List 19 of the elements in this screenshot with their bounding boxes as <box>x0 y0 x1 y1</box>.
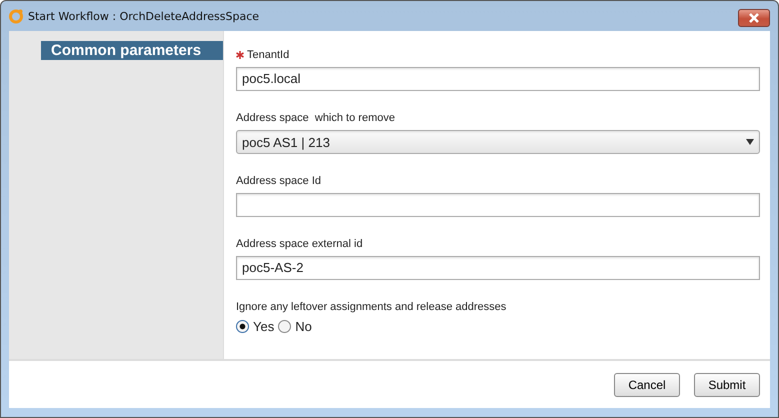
field-label: Address space Id <box>236 175 321 187</box>
dialog-button[interactable]: Submit <box>694 372 760 396</box>
dialog-button[interactable]: Cancel <box>614 372 680 396</box>
field-label: TenantId <box>247 49 290 61</box>
field-label: Ignore any leftover assignments and release addresses <box>236 301 506 313</box>
input-field[interactable]: poc5.local <box>236 67 760 91</box>
field-label: Address space which to remove <box>236 112 395 124</box>
window-title: Start Workflow : OrchDeleteAddressSpace <box>28 10 260 22</box>
radio-option[interactable]: No <box>278 319 312 334</box>
ring-logo-icon <box>8 8 24 24</box>
close-icon <box>748 13 760 23</box>
input-field[interactable]: poc5-AS-2 <box>236 256 760 280</box>
caret-icon <box>746 139 754 145</box>
radio-option[interactable]: Yes <box>236 319 274 334</box>
sidebar-item[interactable]: Common parameters <box>41 41 223 60</box>
input-field[interactable] <box>236 193 760 217</box>
dropdown-field[interactable]: poc5 AS1 | 213 <box>236 130 760 154</box>
close-button[interactable] <box>738 9 770 27</box>
field-label: Address space external id <box>236 238 363 250</box>
